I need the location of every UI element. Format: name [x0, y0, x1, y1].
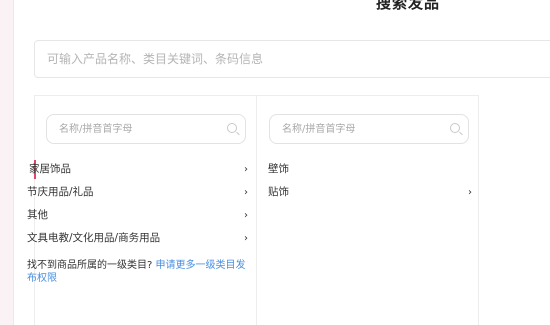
category-item-label: 贴饰 [268, 186, 289, 198]
product-search-input[interactable] [35, 41, 550, 77]
category-item-stationery[interactable]: 文具电教/文化用品/商务用品 › [27, 227, 256, 250]
category-item-stickers[interactable]: 贴饰 › [258, 181, 480, 204]
category-list-level-1: 家居饰品 › 节庆用品/礼品 › 其他 › 文具电教/文化用品/商务用品 › [27, 158, 256, 250]
chevron-right-icon: › [244, 187, 248, 198]
chevron-right-icon: › [468, 187, 472, 198]
search-icon [450, 123, 460, 133]
category-item-home-decor[interactable]: 家居饰品 › [29, 158, 256, 181]
product-search-box[interactable] [34, 40, 550, 78]
category-item-label: 家居饰品 [29, 163, 71, 175]
chevron-right-icon: › [244, 164, 248, 175]
category-item-label: 文具电教/文化用品/商务用品 [27, 232, 161, 244]
category-list-level-2: 壁饰 贴饰 › [258, 158, 480, 204]
category-item-other[interactable]: 其他 › [27, 204, 256, 227]
category-column-level-1: 家居饰品 › 节庆用品/礼品 › 其他 › 文具电教/文化用品/商务用品 › 找… [27, 96, 257, 325]
missing-category-notice: 找不到商品所属的一级类目? 申请更多一级类目发布权限 [27, 259, 249, 285]
chevron-right-icon: › [244, 233, 248, 244]
column-1-search-input[interactable] [47, 115, 245, 143]
category-column-level-2: 壁饰 贴饰 › [258, 96, 480, 325]
left-edge-panel [0, 0, 14, 325]
category-item-label: 壁饰 [268, 163, 289, 175]
chevron-right-icon: › [244, 210, 248, 221]
category-picker: 家居饰品 › 节庆用品/礼品 › 其他 › 文具电教/文化用品/商务用品 › 找… [27, 95, 480, 325]
column-1-search-box[interactable] [46, 114, 246, 144]
category-item-label: 其他 [27, 209, 48, 221]
column-2-search-box[interactable] [269, 114, 469, 144]
category-item-wall-decor[interactable]: 壁饰 [258, 158, 480, 181]
category-item-festive-gifts[interactable]: 节庆用品/礼品 › [27, 181, 256, 204]
notice-text: 找不到商品所属的一级类目? [27, 260, 153, 271]
category-item-label: 节庆用品/礼品 [27, 186, 94, 198]
column-2-search-input[interactable] [270, 115, 468, 143]
page-title: 搜索发品 [376, 0, 441, 12]
search-icon [227, 123, 237, 133]
